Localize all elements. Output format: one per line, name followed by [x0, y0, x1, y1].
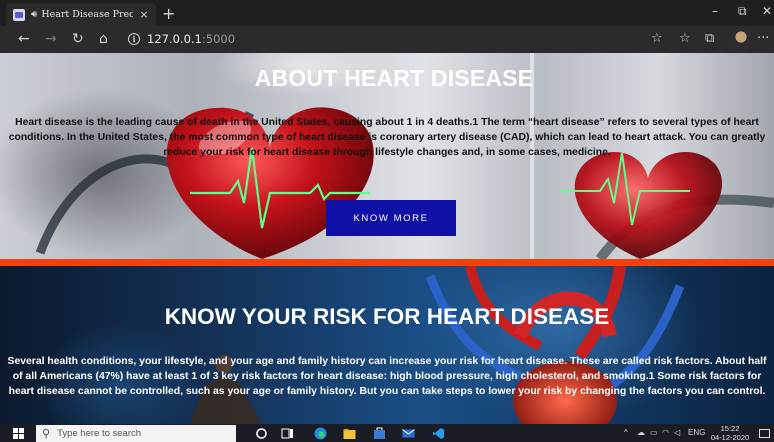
speaker-icon[interactable]: 🔊︎: [31, 9, 37, 20]
taskbar-clock[interactable]: 15:22 04-12-2020: [710, 424, 750, 442]
collections-icon[interactable]: ⧉: [705, 31, 714, 46]
about-heart-disease-section: ABOUT HEART DISEASE Heart disease is the…: [0, 53, 774, 259]
site-info-icon[interactable]: i: [128, 33, 140, 45]
know-your-risk-text: Several health conditions, your lifestyl…: [7, 356, 767, 397]
cardiovascular-illustration: [190, 266, 685, 424]
task-view-icon[interactable]: [281, 427, 294, 440]
file-explorer-icon[interactable]: [343, 427, 356, 440]
vscode-icon[interactable]: [432, 427, 445, 440]
about-heart-disease-heading: ABOUT HEART DISEASE: [254, 65, 534, 91]
tab-title: Heart Disease Prediction Sy: [41, 9, 134, 20]
notifications-icon[interactable]: [758, 427, 771, 440]
browser-tab-strip: 🔊︎ Heart Disease Prediction Sy × + – ⧉ ✕: [0, 0, 774, 26]
about-heart-disease-text: Heart disease is the leading cause of de…: [8, 117, 766, 158]
network-icon[interactable]: ◠: [662, 428, 669, 437]
favorites-bar-icon[interactable]: ☆: [679, 31, 691, 46]
browser-tab[interactable]: 🔊︎ Heart Disease Prediction Sy ×: [6, 3, 156, 26]
page-favicon-icon: [13, 8, 25, 21]
know-your-risk-heading: KNOW YOUR RISK FOR HEART DISEASE: [164, 304, 610, 329]
page-content: ABOUT HEART DISEASE Heart disease is the…: [0, 53, 774, 424]
search-icon: ⚲: [42, 427, 51, 440]
clock-date: 04-12-2020: [710, 432, 750, 442]
taskbar-search-placeholder: Type here to search: [57, 428, 142, 439]
close-window-button[interactable]: ✕: [762, 4, 772, 18]
favorite-star-icon[interactable]: ☆: [651, 31, 663, 46]
forward-button[interactable]: →: [45, 31, 57, 47]
section-divider: [0, 259, 774, 266]
taskbar-search-box[interactable]: ⚲ Type here to search: [36, 425, 236, 442]
windows-start-icon[interactable]: [13, 428, 24, 439]
profile-avatar[interactable]: [731, 29, 751, 49]
know-your-risk-section: KNOW YOUR RISK FOR HEART DISEASE Several…: [0, 266, 774, 424]
browser-toolbar: ← → ↻ ⌂ i 127.0.0.1:5000 ☆ ☆ ⧉ ···: [0, 26, 774, 53]
cloud-icon[interactable]: ☁: [637, 428, 645, 437]
address-port: :5000: [201, 32, 236, 46]
battery-icon[interactable]: ▭: [650, 428, 658, 437]
home-button[interactable]: ⌂: [99, 31, 108, 47]
volume-icon[interactable]: ◁: [674, 428, 680, 437]
mail-icon[interactable]: [402, 427, 415, 440]
new-tab-button[interactable]: +: [162, 4, 175, 23]
know-more-button[interactable]: KNOW MORE: [326, 200, 456, 236]
cortana-icon[interactable]: [255, 427, 268, 440]
tab-close-icon[interactable]: ×: [139, 8, 148, 21]
more-menu-icon[interactable]: ···: [757, 31, 769, 46]
edge-browser-icon[interactable]: [314, 427, 327, 440]
back-button[interactable]: ←: [18, 31, 30, 47]
tray-expand-icon[interactable]: ^: [624, 428, 628, 437]
minimize-button[interactable]: –: [712, 4, 718, 18]
refresh-button[interactable]: ↻: [72, 31, 84, 47]
address-host: 127.0.0.1: [147, 32, 202, 46]
windows-taskbar: ⚲ Type here to search ^ ☁ ▭ ◠ ◁ ENG 15:2…: [0, 424, 774, 442]
restore-button[interactable]: ⧉: [738, 4, 747, 19]
address-bar[interactable]: 127.0.0.1:5000: [147, 32, 235, 46]
input-language-indicator[interactable]: ENG: [688, 428, 705, 437]
store-icon[interactable]: [373, 427, 386, 440]
